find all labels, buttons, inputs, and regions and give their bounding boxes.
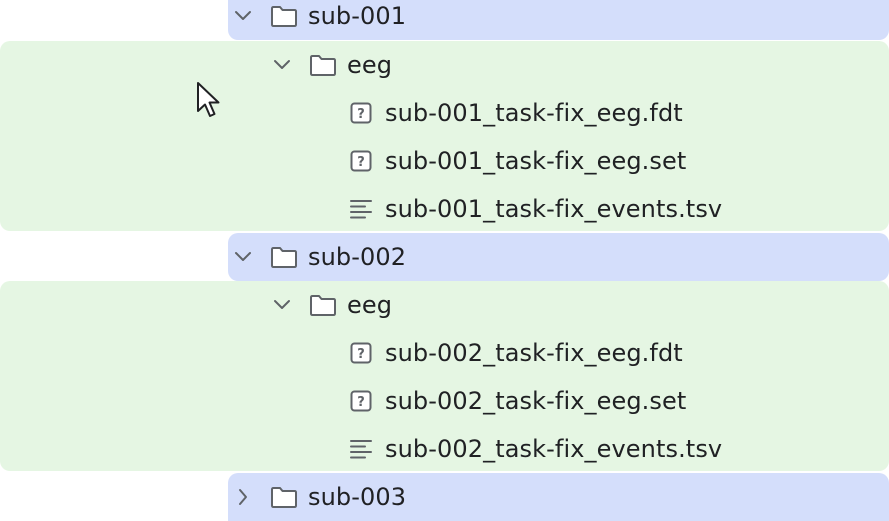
- svg-text:?: ?: [357, 347, 365, 362]
- text-file-icon: [349, 437, 373, 461]
- tree-row-file[interactable]: ? sub-002_task-fix_eeg.fdt: [0, 329, 889, 377]
- tree-row-eeg[interactable]: eeg: [0, 41, 889, 89]
- mouse-cursor-icon: [196, 81, 222, 121]
- chevron-down-icon[interactable]: [232, 246, 254, 268]
- svg-text:?: ?: [357, 395, 365, 410]
- tree-row-file[interactable]: sub-002_task-fix_events.tsv: [0, 425, 889, 473]
- folder-label: eeg: [347, 51, 393, 79]
- unknown-file-icon: ?: [349, 389, 373, 413]
- tree-row-sub-003[interactable]: sub-003: [228, 473, 889, 521]
- folder-label: sub-002: [308, 243, 407, 271]
- file-tree: sub-001 eeg ? sub-001_task-fix_eeg.fdt ?: [0, 0, 889, 521]
- tree-row-file[interactable]: ? sub-001_task-fix_eeg.set: [0, 137, 889, 185]
- unknown-file-icon: ?: [349, 341, 373, 365]
- tree-row-eeg[interactable]: eeg: [0, 281, 889, 329]
- tree-row-file[interactable]: ? sub-002_task-fix_eeg.set: [0, 377, 889, 425]
- file-label: sub-001_task-fix_eeg.fdt: [385, 99, 683, 127]
- file-label: sub-002_task-fix_eeg.set: [385, 387, 687, 415]
- svg-text:?: ?: [357, 107, 365, 122]
- folder-label: sub-003: [308, 483, 407, 511]
- file-label: sub-001_task-fix_events.tsv: [385, 195, 723, 223]
- folder-icon: [270, 4, 298, 28]
- file-label: sub-002_task-fix_eeg.fdt: [385, 339, 683, 367]
- tree-row-sub-001[interactable]: sub-001: [228, 0, 889, 40]
- chevron-right-icon[interactable]: [232, 486, 254, 508]
- unknown-file-icon: ?: [349, 101, 373, 125]
- chevron-down-icon[interactable]: [232, 5, 254, 27]
- tree-row-file[interactable]: sub-001_task-fix_events.tsv: [0, 185, 889, 233]
- tree-row-file[interactable]: ? sub-001_task-fix_eeg.fdt: [0, 89, 889, 137]
- folder-icon: [270, 485, 298, 509]
- file-label: sub-001_task-fix_eeg.set: [385, 147, 687, 175]
- file-label: sub-002_task-fix_events.tsv: [385, 435, 723, 463]
- tree-row-sub-002[interactable]: sub-002: [228, 233, 889, 281]
- folder-icon: [270, 245, 298, 269]
- folder-label: eeg: [347, 291, 393, 319]
- folder-icon: [309, 293, 337, 317]
- chevron-down-icon[interactable]: [271, 54, 293, 76]
- svg-text:?: ?: [357, 155, 365, 170]
- text-file-icon: [349, 197, 373, 221]
- folder-label: sub-001: [308, 2, 407, 30]
- chevron-down-icon[interactable]: [271, 294, 293, 316]
- unknown-file-icon: ?: [349, 149, 373, 173]
- folder-icon: [309, 53, 337, 77]
